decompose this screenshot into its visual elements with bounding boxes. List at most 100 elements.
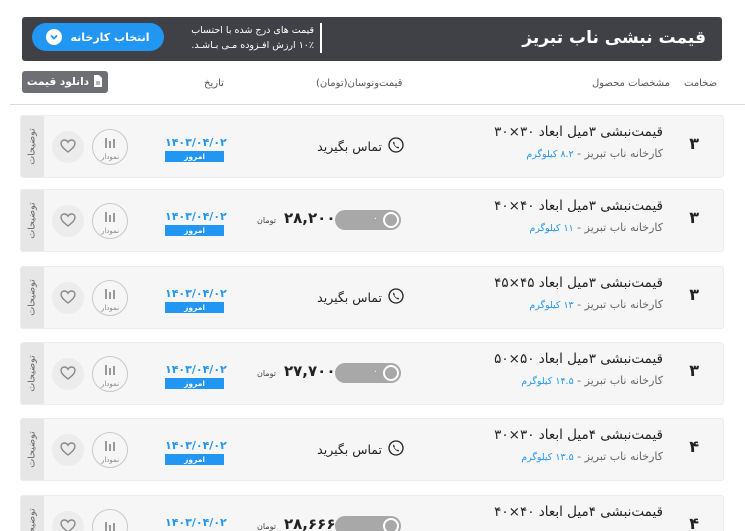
chart-button-label: نمودار — [100, 153, 120, 161]
price-change-toggle[interactable]: ۰ — [335, 363, 401, 383]
favorite-button[interactable] — [52, 434, 84, 466]
table-row: توضیحات نمودار ۱۴۰۳/۰۴/۰۲ امروز تماس بگی… — [21, 419, 723, 480]
product-factory: کارخانه ناب تبریز - ۱۱ کیلوگرم — [529, 221, 663, 234]
table-row: توضیحات نمودار ۱۴۰۳/۰۴/۰۲ امروز تماس بگی… — [21, 267, 723, 328]
thickness-value: ۳ — [689, 208, 699, 227]
product-name[interactable]: قیمت‌نبشی ۳میل ابعاد ۴۵×۴۵ — [494, 275, 663, 291]
contact-button[interactable]: تماس بگیرید — [309, 286, 404, 308]
favorite-button[interactable] — [52, 131, 84, 163]
description-tab-label: توضیحات — [27, 279, 38, 316]
description-tab[interactable]: توضیحات — [21, 190, 44, 251]
product-weight: ۱۴.۵ کیلوگرم — [521, 376, 574, 387]
price-unit: تومان — [257, 216, 276, 225]
bar-chart-icon — [104, 517, 116, 531]
contact-label: تماس بگیرید — [317, 441, 382, 457]
bar-chart-icon — [104, 284, 116, 303]
price-change-toggle[interactable]: ۰ — [335, 210, 401, 230]
price-value: ۲۸,۲۰۰ — [284, 209, 336, 227]
toggle-knob — [383, 518, 399, 531]
product-factory: کارخانه ناب تبریز - ۱۳.۵ کیلوگرم — [521, 450, 663, 463]
price-change-toggle[interactable] — [335, 516, 401, 531]
factory-name: کارخانه ناب تبریز - — [573, 298, 663, 311]
chart-button[interactable]: نمودار — [92, 203, 128, 239]
heart-icon — [60, 289, 76, 308]
chart-button-label: نمودار — [100, 227, 120, 235]
table-row: توضیحات نمودار ۱۴۰۳/۰۴/۰۲ امروز ۰ ۲۷,۷۰۰… — [21, 343, 723, 404]
vat-note-line-1: قیمت های درج شده با احتساب — [191, 25, 314, 36]
phone-icon — [388, 439, 404, 459]
factory-name: کارخانه ناب تبریز - — [573, 374, 663, 387]
product-name[interactable]: قیمت‌نبشی ۳میل ابعاد ۳۰×۳۰ — [494, 124, 663, 140]
product-name[interactable]: قیمت‌نبشی ۴میل ابعاد ۴۰×۴۰ — [494, 504, 663, 520]
chevron-down-icon — [46, 29, 63, 45]
chart-button[interactable]: نمودار — [92, 129, 128, 165]
product-name[interactable]: قیمت‌نبشی ۴میل ابعاد ۳۰×۳۰ — [494, 427, 663, 443]
table-row: توضیحات نمودار ۱۴۰۳/۰۴/۰۲ امروز ۰ ۲۸,۲۰۰… — [21, 190, 723, 251]
date-value: ۱۴۰۳/۰۴/۰۲ — [165, 287, 227, 300]
bar-chart-icon — [104, 207, 116, 226]
price-unit: تومان — [257, 369, 276, 378]
description-tab-label: توضیحات — [27, 508, 38, 531]
product-weight: ۸.۲ کیلوگرم — [526, 149, 574, 160]
price-unit: تومان — [257, 522, 276, 531]
product-factory: کارخانه ناب تبریز - ۱۴.۵ کیلوگرم — [521, 374, 663, 387]
chart-button-label: نمودار — [100, 456, 120, 464]
contact-button[interactable]: تماس بگیرید — [309, 438, 404, 460]
description-tab-label: توضیحات — [27, 202, 38, 239]
description-tab[interactable]: توضیحات — [21, 496, 44, 531]
today-badge: امروز — [165, 378, 224, 389]
product-name[interactable]: قیمت‌نبشی ۳میل ابعاد ۴۰×۴۰ — [494, 198, 663, 214]
thickness-value: ۳ — [689, 285, 699, 304]
contact-label: تماس بگیرید — [317, 138, 382, 154]
today-badge: امروز — [165, 225, 224, 236]
factory-name: کارخانه ناب تبریز - — [573, 450, 663, 463]
download-price-button[interactable]: دانلود قیمت — [22, 71, 108, 93]
column-header-price: قیمت‌ونوسان(تومان) — [316, 78, 403, 89]
favorite-button[interactable] — [52, 358, 84, 390]
product-weight: ۱۳.۵ کیلوگرم — [521, 452, 574, 463]
description-tab[interactable]: توضیحات — [21, 116, 44, 177]
price-change-value: ۰ — [373, 367, 378, 377]
favorite-button[interactable] — [52, 282, 84, 314]
date-value: ۱۴۰۳/۰۴/۰۲ — [165, 136, 227, 149]
page-header: قیمت نبشی ناب تبریز قیمت های درج شده با … — [22, 17, 722, 61]
heart-icon — [60, 365, 76, 384]
factory-name: کارخانه ناب تبریز - — [573, 221, 663, 234]
header-divider — [10, 104, 745, 105]
product-name[interactable]: قیمت‌نبشی ۳میل ابعاد ۵۰×۵۰ — [494, 351, 663, 367]
phone-icon — [388, 136, 404, 156]
description-tab[interactable]: توضیحات — [21, 343, 44, 404]
heart-icon — [60, 212, 76, 231]
today-badge: امروز — [165, 151, 224, 162]
thickness-value: ۳ — [689, 134, 699, 153]
description-tab[interactable]: توضیحات — [21, 419, 44, 480]
favorite-button[interactable] — [52, 511, 84, 531]
file-icon — [93, 74, 103, 90]
page-title: قیمت نبشی ناب تبریز — [522, 28, 706, 48]
thickness-value: ۴ — [689, 514, 699, 531]
date-value: ۱۴۰۳/۰۴/۰۲ — [165, 439, 227, 452]
column-header-thickness: ضخامت — [684, 78, 718, 89]
table-row: توضیحات نمودار ۱۴۰۳/۰۴/۰۲ امروز تماس بگی… — [21, 116, 723, 177]
phone-icon — [388, 287, 404, 307]
table-row: توضیحات ۱۴۰۳/۰۴/۰۲ ۲۸,۶۶۶ تومان قیمت‌نبش… — [21, 496, 723, 531]
vat-note-line-2: ۱۰٪ ارزش افـزوده مـی بـاشـد. — [191, 40, 314, 51]
heart-icon — [60, 138, 76, 157]
description-tab[interactable]: توضیحات — [21, 267, 44, 328]
favorite-button[interactable] — [52, 205, 84, 237]
date-value: ۱۴۰۳/۰۴/۰۲ — [165, 210, 227, 223]
product-factory: کارخانه ناب تبریز - ۱۳ کیلوگرم — [529, 298, 663, 311]
description-tab-label: توضیحات — [27, 431, 38, 468]
select-factory-button[interactable]: انتخاب کارخانه — [32, 23, 164, 51]
chart-button[interactable]: نمودار — [92, 356, 128, 392]
bar-chart-icon — [104, 360, 116, 379]
thickness-value: ۴ — [689, 437, 699, 456]
price-value: ۲۷,۷۰۰ — [284, 362, 336, 380]
chart-button[interactable]: نمودار — [92, 280, 128, 316]
product-weight: ۱۳ کیلوگرم — [529, 300, 574, 311]
description-tab-label: توضیحات — [27, 355, 38, 392]
chart-button[interactable] — [92, 509, 128, 531]
contact-button[interactable]: تماس بگیرید — [309, 135, 404, 157]
chart-button[interactable]: نمودار — [92, 432, 128, 468]
heart-icon — [60, 441, 76, 460]
